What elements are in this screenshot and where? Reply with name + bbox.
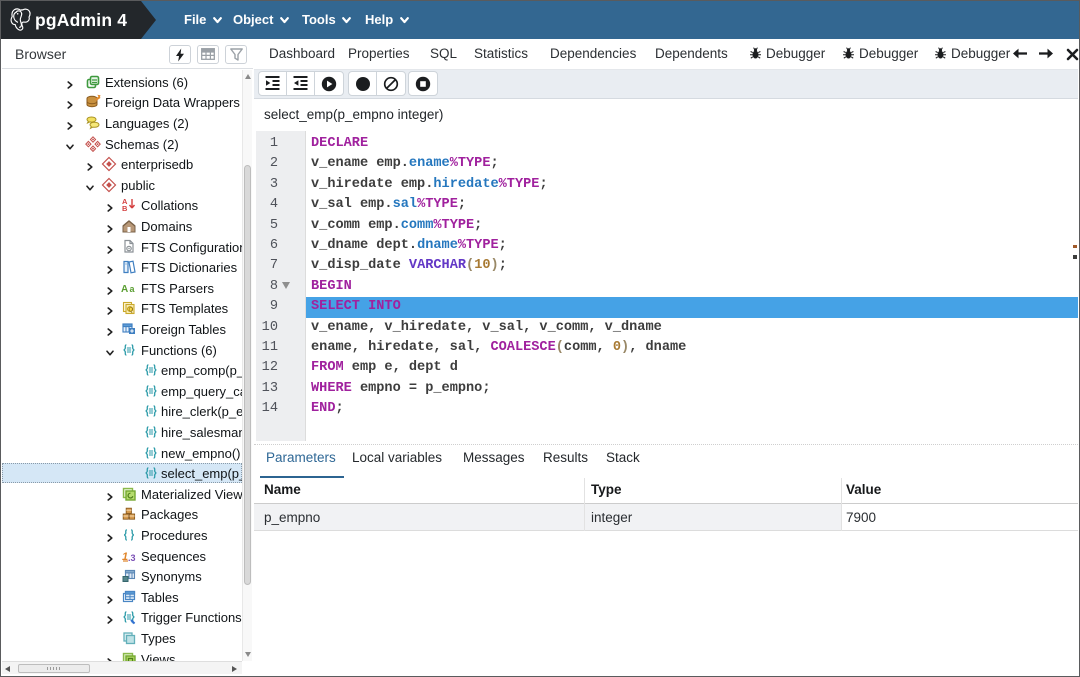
svg-text:.3: .3 <box>128 553 136 563</box>
svg-text:Q: Q <box>129 308 134 314</box>
svg-text:B: B <box>122 204 128 213</box>
svg-text:A: A <box>121 284 128 295</box>
svg-text:a: a <box>130 284 136 294</box>
